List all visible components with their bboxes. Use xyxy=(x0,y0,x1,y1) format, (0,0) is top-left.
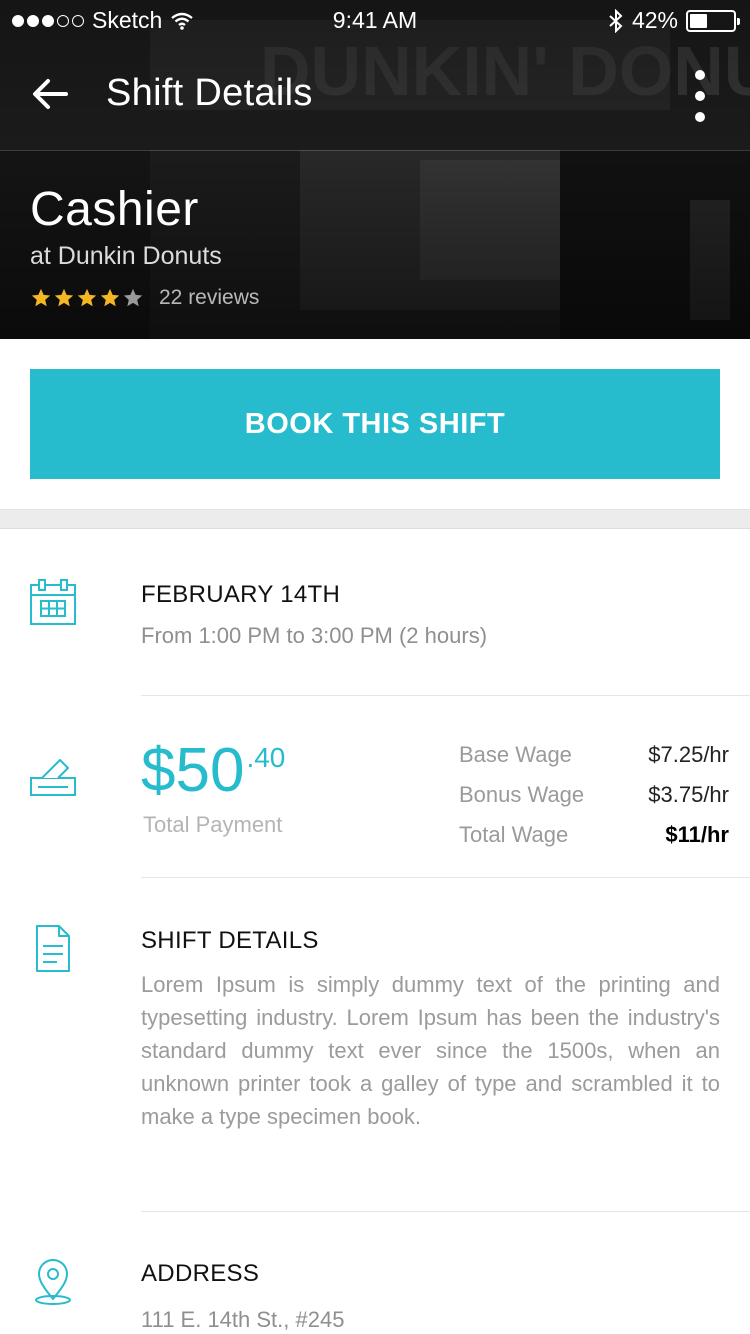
star-filled-icon xyxy=(54,288,74,307)
shift-time-range: From 1:00 PM to 3:00 PM (2 hours) xyxy=(141,623,488,648)
bluetooth-icon xyxy=(609,8,623,33)
battery-percent: 42% xyxy=(631,7,678,33)
shift-details-text: Lorem Ipsum is simply dummy text of the … xyxy=(141,972,720,1129)
calendar-icon xyxy=(30,579,76,625)
back-arrow-icon[interactable] xyxy=(28,72,72,116)
hero-header: DUNKIN' DONUTS Sketch 9:41 AM 42% xyxy=(0,0,750,339)
reviews-count[interactable]: 22 reviews xyxy=(159,286,259,310)
address-heading: ADDRESS xyxy=(141,1260,260,1287)
shift-details-heading: SHIFT DETAILS xyxy=(141,927,319,954)
wage-label: Total Wage xyxy=(459,822,569,847)
page-title: Shift Details xyxy=(106,72,313,114)
divider xyxy=(141,877,750,878)
job-company: at Dunkin Donuts xyxy=(30,242,222,270)
more-options-icon[interactable] xyxy=(690,70,710,122)
nav-bar: Shift Details xyxy=(0,40,750,150)
payment-dollars: $50 xyxy=(141,736,245,805)
total-payment-label: Total Payment xyxy=(143,812,283,837)
location-pin-icon xyxy=(35,1259,71,1305)
wage-label: Base Wage xyxy=(459,742,572,767)
wage-breakdown: Base Wage $7.25/hr Bonus Wage $3.75/hr T… xyxy=(459,735,729,855)
divider xyxy=(141,695,750,696)
job-title: Cashier xyxy=(30,183,199,236)
star-filled-icon xyxy=(31,288,51,307)
section-separator xyxy=(0,509,750,529)
status-bar: Sketch 9:41 AM 42% xyxy=(0,0,750,40)
star-filled-icon xyxy=(100,288,120,307)
payment-cents: .40 xyxy=(246,742,286,773)
address-line[interactable]: 111 E. 14th St., #245 xyxy=(141,1307,344,1333)
wage-row-base: Base Wage $7.25/hr xyxy=(459,735,729,775)
wage-row-total: Total Wage $11/hr xyxy=(459,815,729,855)
star-empty-icon xyxy=(123,288,143,307)
total-payment-amount: $50 .40 xyxy=(141,738,285,804)
star-filled-icon xyxy=(77,288,97,307)
divider xyxy=(141,1211,750,1212)
star-rating xyxy=(30,287,145,309)
wage-row-bonus: Bonus Wage $3.75/hr xyxy=(459,775,729,815)
wage-value: $7.25/hr xyxy=(648,742,729,767)
document-icon xyxy=(36,925,70,972)
shift-date: FEBRUARY 14TH xyxy=(141,581,341,608)
battery-icon xyxy=(686,9,740,32)
wage-value: $3.75/hr xyxy=(648,782,729,807)
rating: 22 reviews xyxy=(30,286,259,310)
edit-payment-icon xyxy=(30,759,76,796)
wage-value: $11/hr xyxy=(665,822,729,847)
wage-label: Bonus Wage xyxy=(459,782,585,807)
nav-divider xyxy=(0,150,750,151)
book-shift-button[interactable]: BOOK THIS SHIFT xyxy=(30,369,720,479)
